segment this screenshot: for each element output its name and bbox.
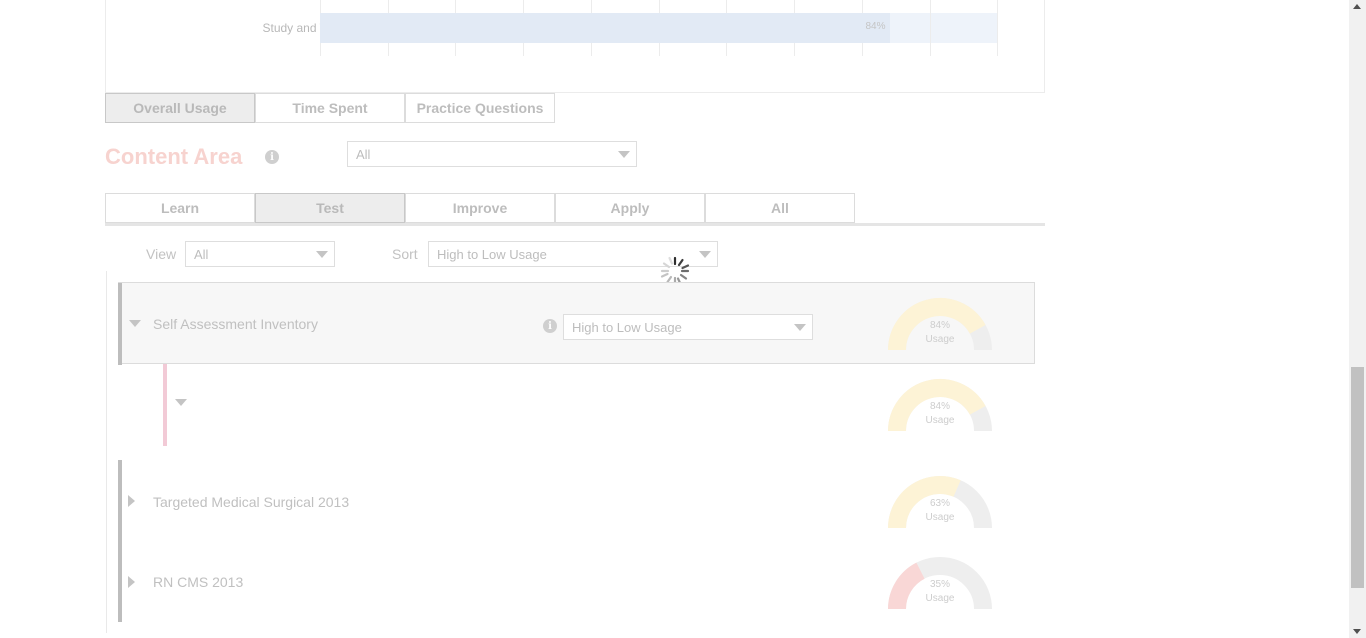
gauge-label: Usage (925, 593, 955, 604)
tab-improve[interactable]: Improve (405, 193, 555, 223)
scroll-up-arrow-icon[interactable] (1353, 4, 1361, 9)
gauge-percent: 63% (929, 498, 950, 509)
chevron-right-icon[interactable] (128, 576, 135, 588)
usage-gauge: 84% Usage (888, 377, 992, 437)
chart-bar-track: 84% (320, 0, 998, 56)
tab-learn[interactable]: Learn (105, 193, 255, 223)
content-area-title: Content Area (105, 144, 243, 169)
usage-gauge: 63% Usage (888, 474, 992, 534)
gauge-label: Usage (925, 512, 955, 523)
content-area-filter-value: All (356, 146, 371, 162)
tab-all[interactable]: All (705, 193, 855, 223)
view-label: View (146, 246, 177, 262)
sort-label: Sort (392, 246, 418, 262)
gauge-label: Usage (925, 415, 955, 426)
chevron-down-icon[interactable] (175, 399, 187, 406)
info-icon[interactable]: i (543, 319, 557, 333)
tab-test[interactable]: Test (255, 193, 405, 223)
tab-overall-usage[interactable]: Overall Usage (105, 93, 255, 123)
page-scrollbar[interactable] (1349, 0, 1366, 638)
chevron-down-icon (699, 251, 711, 258)
chevron-down-icon (794, 324, 806, 331)
row-accent-bar (118, 460, 122, 542)
chevron-down-icon (316, 251, 328, 258)
content-area-filter-select[interactable]: All (347, 141, 637, 167)
chevron-right-icon[interactable] (128, 495, 135, 507)
row-accent-bar (118, 283, 122, 365)
usage-gauge: 35% Usage (888, 555, 992, 615)
row-title: RN CMS 2013 (153, 574, 244, 590)
gauge-percent: 35% (929, 579, 950, 590)
row-accent-bar (118, 542, 122, 622)
scrollbar-thumb[interactable] (1351, 367, 1364, 588)
list-left-rail (106, 271, 107, 633)
row-title: Targeted Medical Surgical 2013 (153, 494, 350, 510)
row-sort-value: High to Low Usage (572, 319, 682, 335)
row-sort-select[interactable]: High to Low Usage (563, 314, 813, 340)
chart-bar: 84% (320, 13, 890, 43)
chevron-down-icon[interactable] (129, 320, 141, 327)
content-tab-group: Learn Test Improve Apply All (105, 193, 855, 223)
chevron-down-icon (618, 151, 630, 158)
gauge-label: Usage (925, 334, 955, 345)
usage-tab-group: Overall Usage Time Spent Practice Questi… (105, 93, 555, 123)
row-accent-bar (163, 364, 167, 446)
sort-select-value: High to Low Usage (437, 246, 547, 262)
chart-gridline (930, 0, 931, 56)
view-select[interactable]: All (185, 241, 335, 267)
usage-gauge: 84% Usage (888, 296, 992, 356)
gauge-percent: 84% (929, 320, 950, 331)
tab-apply[interactable]: Apply (555, 193, 705, 223)
usage-chart-panel: Study and Testing Skills 84% (105, 0, 1045, 93)
tab-time-spent[interactable]: Time Spent (255, 93, 405, 123)
chart-bar-value-label: 84% (865, 21, 886, 32)
gauge-percent: 84% (929, 401, 950, 412)
info-icon[interactable]: i (265, 150, 279, 164)
row-title: Self Assessment Inventory (153, 316, 318, 332)
tab-divider (105, 223, 1045, 226)
view-select-value: All (194, 246, 209, 262)
tab-practice-questions[interactable]: Practice Questions (405, 93, 555, 123)
scroll-down-arrow-icon[interactable] (1353, 629, 1361, 634)
chart-gridline (997, 0, 998, 56)
